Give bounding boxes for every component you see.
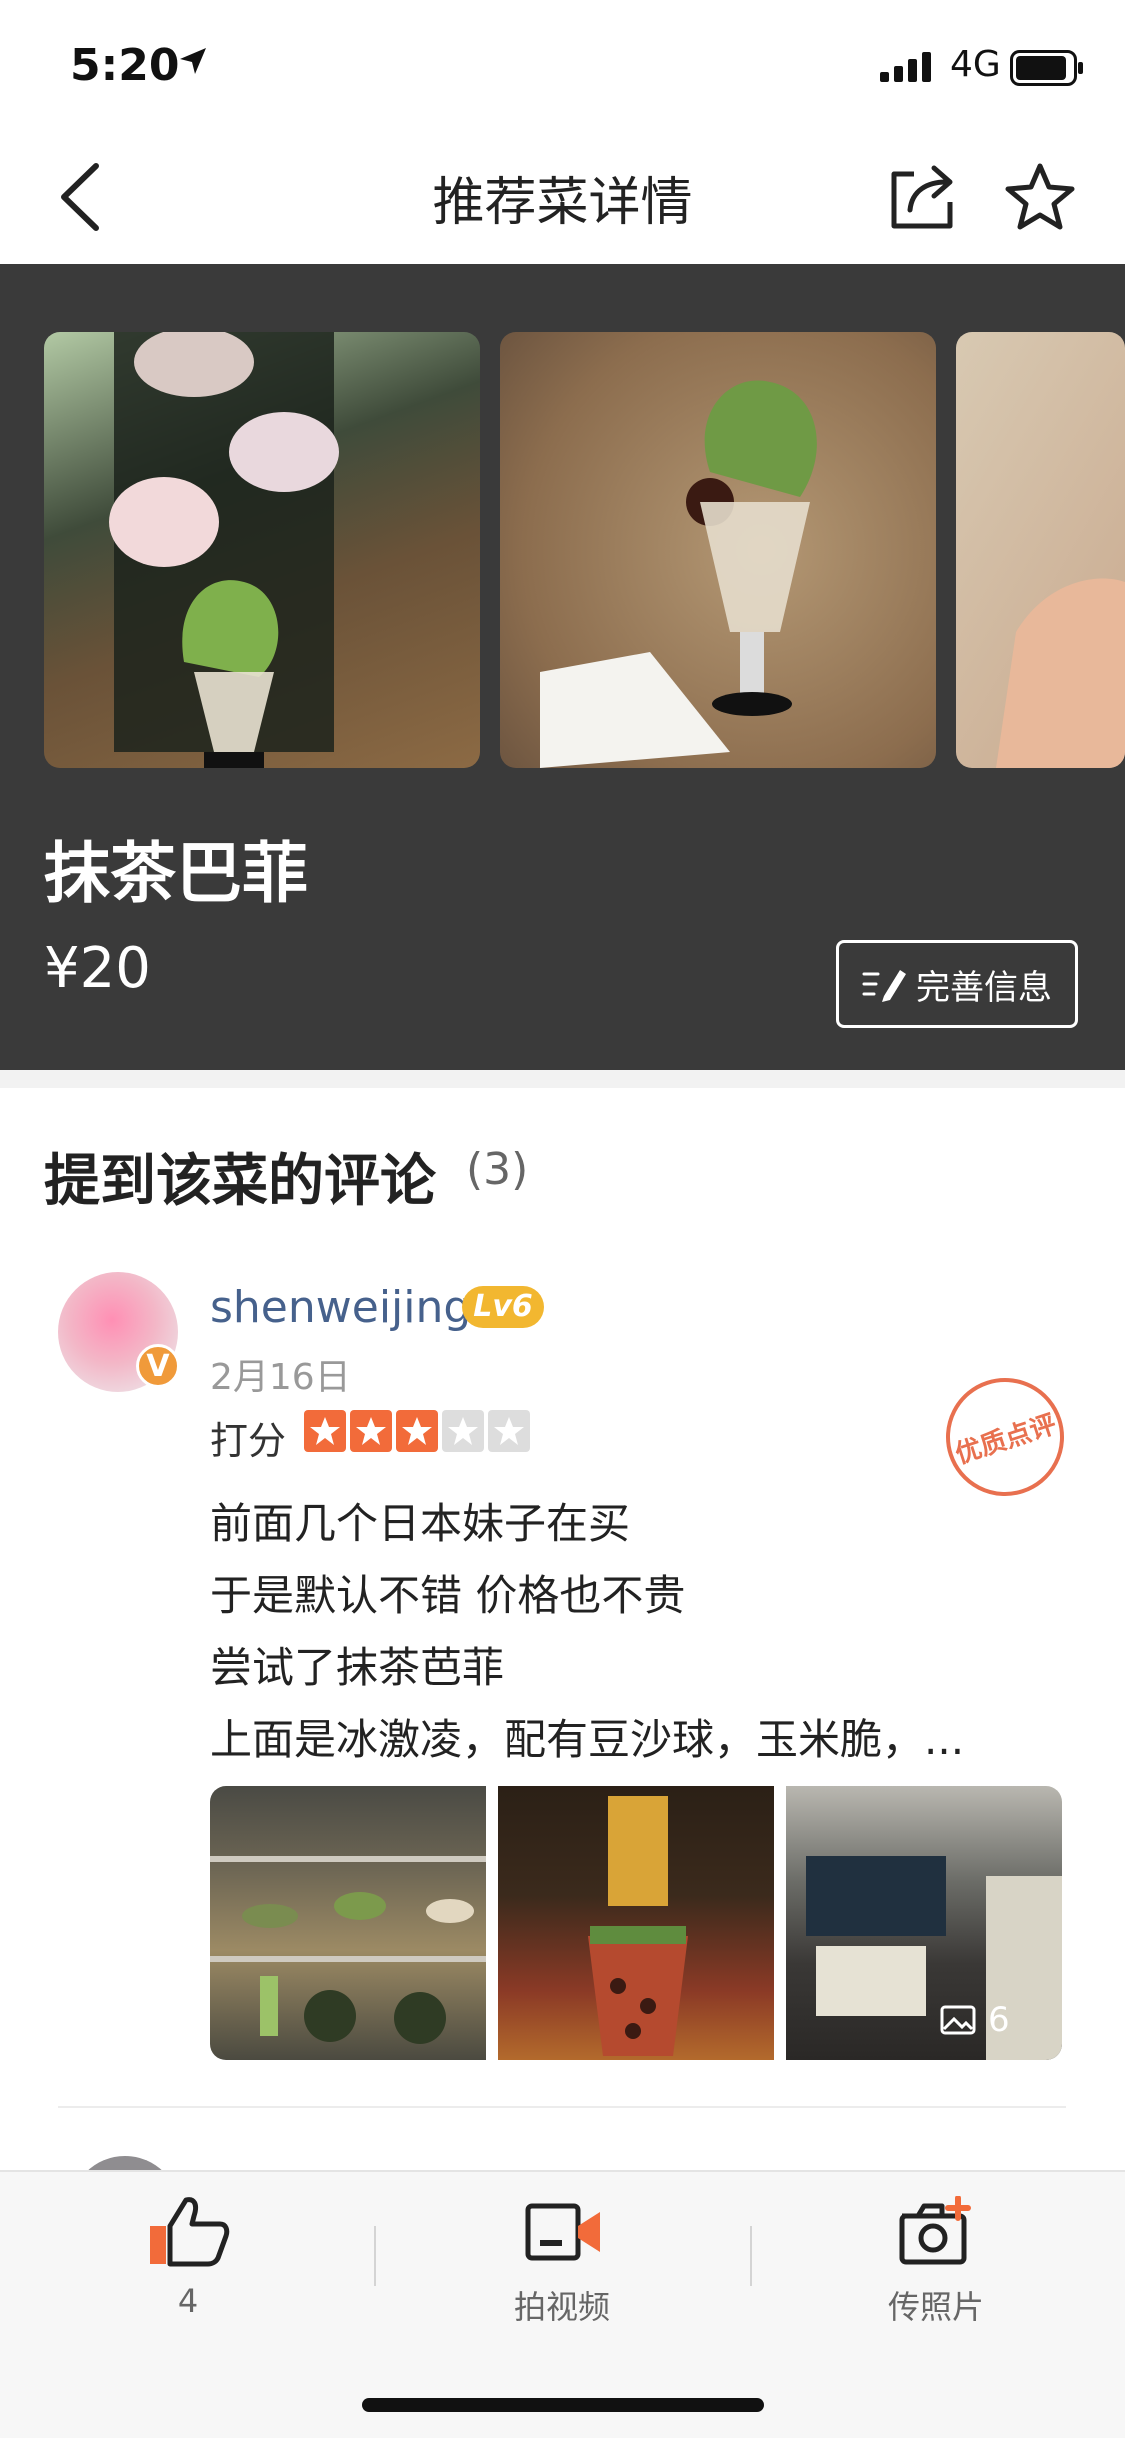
- bar-separator: [374, 2226, 376, 2286]
- review-text-line: 尝试了抹茶芭菲: [210, 1643, 505, 1692]
- favorite-star-icon[interactable]: [1004, 162, 1076, 232]
- location-arrow-icon: [180, 48, 206, 74]
- review-text-line: 于是默认不错 价格也不贵: [210, 1571, 686, 1620]
- thumbs-up-icon[interactable]: [146, 2196, 230, 2268]
- score-label: 打分: [210, 1419, 287, 1463]
- quality-review-stamp: 优质点评: [930, 1362, 1080, 1512]
- photo-count[interactable]: 6: [940, 2000, 1010, 2040]
- like-count[interactable]: 4: [88, 2282, 288, 2320]
- reviews-count: (3): [466, 1144, 529, 1195]
- rating-stars: [304, 1410, 530, 1452]
- star-filled-icon: [304, 1410, 346, 1452]
- home-indicator[interactable]: [362, 2398, 764, 2412]
- review-date: 2月16日: [210, 1357, 351, 1398]
- video-camera-icon[interactable]: [524, 2196, 604, 2268]
- signal-icon: [880, 52, 931, 82]
- dish-photo[interactable]: [44, 332, 480, 768]
- star-empty-icon: [442, 1410, 484, 1452]
- star-empty-icon: [488, 1410, 530, 1452]
- shoot-video-label[interactable]: 拍视频: [462, 2282, 662, 2328]
- review-text-line[interactable]: 上面是冰激凌，配有豆沙球，玉米脆，...: [210, 1706, 964, 1767]
- share-icon[interactable]: [888, 162, 958, 232]
- edit-icon: [862, 970, 906, 1002]
- status-time: 5:20: [70, 40, 180, 91]
- review-photo[interactable]: [498, 1786, 774, 2060]
- dish-price: ¥20: [44, 936, 151, 1001]
- review-username[interactable]: shenweijing: [210, 1282, 471, 1333]
- image-icon: [940, 2005, 976, 2035]
- verified-v-icon: V: [136, 1344, 180, 1388]
- dish-name: 抹茶巴菲: [44, 835, 308, 912]
- star-filled-icon: [396, 1410, 438, 1452]
- photo-count-value: 6: [988, 2000, 1010, 2040]
- battery-icon: [1010, 50, 1083, 86]
- dish-photo[interactable]: [956, 332, 1125, 768]
- review-text-line: 前面几个日本妹子在买: [210, 1499, 631, 1548]
- review-photo[interactable]: [786, 1786, 1062, 2060]
- reviews-title: 提到该菜的评论: [44, 1149, 436, 1214]
- review-photo[interactable]: [210, 1786, 486, 2060]
- dish-photo[interactable]: [500, 332, 936, 768]
- edit-info-label: 完善信息: [916, 967, 1052, 1008]
- upload-photo-label[interactable]: 传照片: [836, 2282, 1036, 2328]
- network-type: 4G: [950, 44, 1001, 85]
- user-level-badge: Lv6: [462, 1286, 544, 1328]
- review-divider: [58, 2106, 1066, 2108]
- edit-info-button[interactable]: 完善信息: [836, 940, 1078, 1028]
- bar-separator: [750, 2226, 752, 2286]
- star-filled-icon: [350, 1410, 392, 1452]
- add-photo-icon[interactable]: [898, 2196, 974, 2268]
- section-gap: [0, 1070, 1125, 1088]
